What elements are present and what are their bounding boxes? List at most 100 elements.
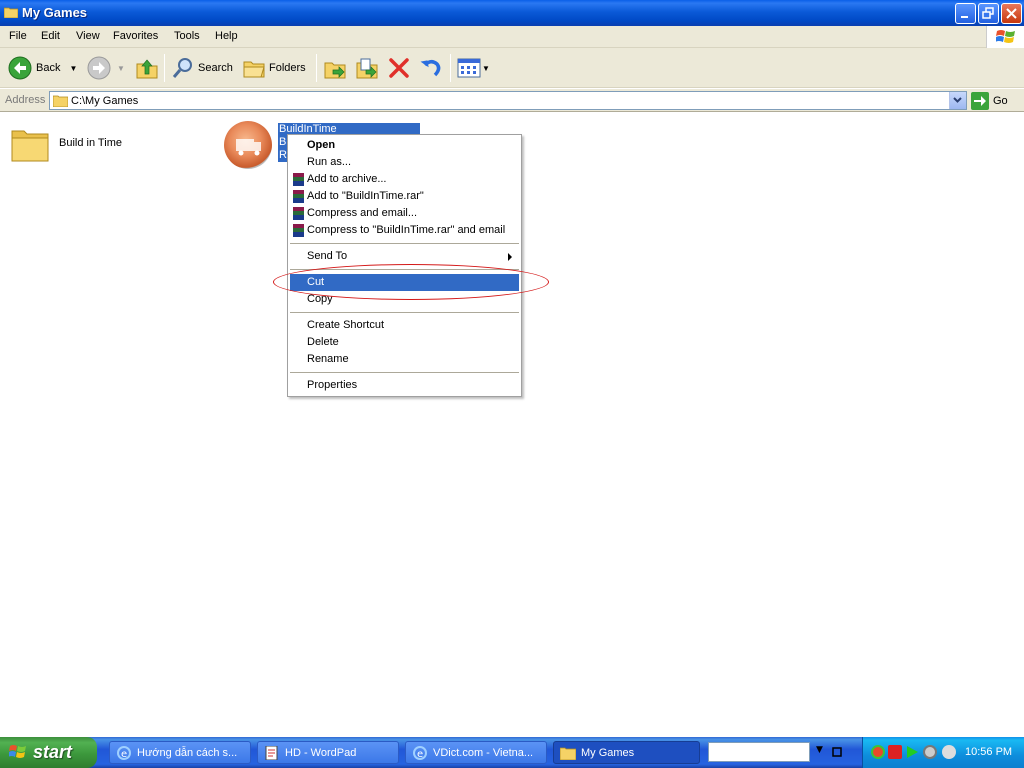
folders-icon <box>243 61 265 78</box>
tray-app-icon[interactable] <box>871 745 885 759</box>
taskbar-item-vdict[interactable]: e VDict.com - Vietna... <box>405 741 547 764</box>
go-button[interactable]: Go <box>971 91 1008 110</box>
winrar-icon <box>293 224 304 237</box>
folder-label: Build in Time <box>59 137 122 149</box>
toolbar-separator <box>164 54 165 82</box>
search-button[interactable]: Search <box>171 54 233 82</box>
tray-play-icon[interactable] <box>905 745 919 759</box>
taskbar-item-wordpad[interactable]: HD - WordPad <box>257 741 399 764</box>
forward-button[interactable]: ▼ <box>87 54 125 82</box>
taskbar: start e Hướng dẫn cách s... HD - WordPad… <box>0 737 1024 768</box>
minimize-icon <box>961 16 968 18</box>
minimize-button[interactable] <box>955 3 976 24</box>
window-title: My Games <box>22 5 88 20</box>
views-button[interactable]: ▼ <box>457 54 490 82</box>
menu-item-cut[interactable]: Cut <box>290 274 519 291</box>
copy-to-icon <box>356 58 378 79</box>
forward-arrow-icon <box>87 56 111 80</box>
menu-item-open[interactable]: Open <box>290 137 519 154</box>
menu-item-create-shortcut[interactable]: Create Shortcut <box>290 317 519 334</box>
winrar-icon <box>293 207 304 220</box>
search-label: Search <box>198 62 233 74</box>
taskbar-item-label: HD - WordPad <box>285 747 357 759</box>
windows-flag-icon <box>996 30 1015 43</box>
restore-icon <box>982 7 994 19</box>
svg-text:e: e <box>121 749 127 760</box>
title-bar[interactable]: My Games <box>0 0 1024 26</box>
winrar-icon <box>293 190 304 203</box>
back-arrow-icon <box>8 56 32 80</box>
delete-button[interactable] <box>387 54 411 82</box>
folders-button[interactable]: Folders <box>242 54 306 82</box>
undo-icon <box>420 60 441 77</box>
taskbar-dropdown-icon[interactable]: ▼ <box>816 745 823 755</box>
views-dropdown-icon[interactable]: ▼ <box>482 64 490 73</box>
menu-item-compress-to-rar-and-email[interactable]: Compress to "BuildInTime.rar" and email <box>290 222 519 239</box>
menu-file[interactable]: File <box>9 30 27 42</box>
tray-volume-icon[interactable] <box>942 745 956 759</box>
ie-icon: e <box>413 746 427 760</box>
menu-item-copy[interactable]: Copy <box>290 291 519 308</box>
start-label: start <box>33 742 73 762</box>
go-arrow-icon <box>971 91 989 110</box>
menu-item-properties[interactable]: Properties <box>290 377 519 394</box>
menu-separator <box>290 243 519 244</box>
start-button[interactable]: start <box>0 737 97 768</box>
forward-dropdown-icon[interactable]: ▼ <box>117 64 125 73</box>
menu-item-run-as[interactable]: Run as... <box>290 154 519 171</box>
folder-item[interactable]: Build in Time <box>10 123 160 167</box>
menu-separator <box>290 269 519 270</box>
menu-tools[interactable]: Tools <box>174 30 200 42</box>
taskbar-address-input[interactable] <box>708 742 810 762</box>
address-dropdown-button[interactable] <box>949 92 966 109</box>
close-button[interactable] <box>1001 3 1022 24</box>
back-dropdown-icon[interactable]: ▼ <box>69 64 77 73</box>
restore-button[interactable] <box>978 3 999 24</box>
taskbar-item-huong-dan[interactable]: e Hướng dẫn cách s... <box>109 741 251 764</box>
menu-bar: File Edit View Favorites Tools Help <box>0 26 1024 48</box>
up-folder-button[interactable] <box>135 54 159 82</box>
chevron-down-icon <box>953 97 962 103</box>
delete-x-icon <box>389 58 409 78</box>
menu-help[interactable]: Help <box>215 30 238 42</box>
move-to-icon <box>324 62 346 79</box>
toolbar-separator <box>316 54 317 82</box>
clock[interactable]: 10:56 PM <box>965 746 1012 758</box>
menu-view[interactable]: View <box>76 30 100 42</box>
menu-item-label: Run as... <box>307 156 352 168</box>
wordpad-icon <box>265 746 278 760</box>
folder-icon <box>560 747 576 760</box>
back-label: Back <box>36 62 61 74</box>
menu-favorites[interactable]: Favorites <box>113 30 158 42</box>
app-icon <box>224 121 272 169</box>
menu-item-label: Compress to "BuildInTime.rar" and email <box>307 224 506 236</box>
menu-item-label: Add to archive... <box>307 173 387 185</box>
menu-item-add-to-archive[interactable]: Add to archive... <box>290 171 519 188</box>
folder-icon <box>11 130 49 162</box>
move-to-button[interactable] <box>323 54 347 82</box>
tray-disc-icon[interactable] <box>923 745 937 759</box>
menu-item-label: Open <box>307 139 336 151</box>
tray-unikey-icon[interactable] <box>888 745 902 759</box>
taskbar-toolbar-icon[interactable] <box>832 747 842 757</box>
menu-item-rename[interactable]: Rename <box>290 351 519 368</box>
copy-to-button[interactable] <box>355 54 379 82</box>
back-button[interactable]: Back ▼ <box>8 54 77 82</box>
toolbar: Back ▼ ▼ Search Folders ▼ <box>0 48 1024 88</box>
menu-item-add-to-rar[interactable]: Add to "BuildInTime.rar" <box>290 188 519 205</box>
menu-edit[interactable]: Edit <box>41 30 60 42</box>
menu-item-delete[interactable]: Delete <box>290 334 519 351</box>
undo-button[interactable] <box>419 54 443 82</box>
taskbar-item-my-games[interactable]: My Games <box>553 741 700 764</box>
taskbar-item-label: My Games <box>581 747 635 759</box>
address-input[interactable]: C:\My Games <box>49 91 967 110</box>
taskbar-item-label: Hướng dẫn cách s... <box>137 747 238 759</box>
folders-label: Folders <box>269 62 306 74</box>
address-label: Address <box>5 94 46 106</box>
truck-icon <box>236 139 261 156</box>
menu-item-send-to[interactable]: Send To <box>290 248 519 265</box>
menu-item-label: Copy <box>307 293 333 305</box>
views-grid-icon <box>457 58 481 78</box>
context-menu: Open Run as... Add to archive... Add to … <box>287 134 522 397</box>
menu-item-compress-and-email[interactable]: Compress and email... <box>290 205 519 222</box>
